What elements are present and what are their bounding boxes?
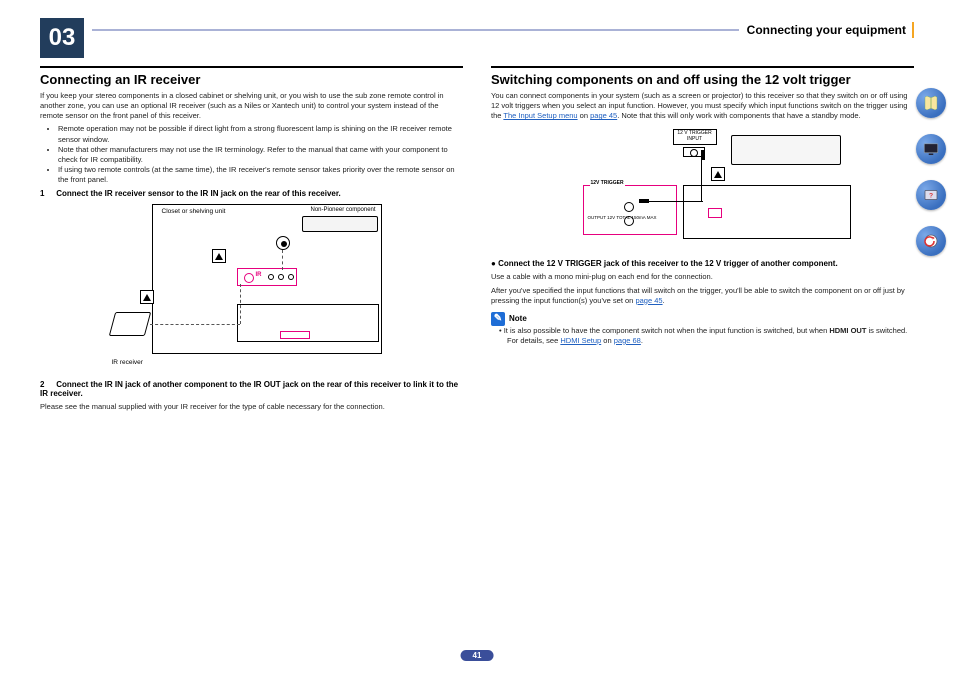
diagram-label-component: Non-Pioneer component	[310, 206, 377, 214]
svg-text:?: ?	[929, 192, 933, 199]
section-heading-ir: Connecting an IR receiver	[40, 72, 463, 87]
bullet-item: Note that other manufacturers may not us…	[58, 145, 463, 165]
section-heading-trigger: Switching components on and off using th…	[491, 72, 914, 87]
page-number: 41	[461, 650, 494, 661]
step-number: 2	[40, 380, 54, 389]
step-detail: After you've specified the input functio…	[491, 286, 914, 306]
header-separator	[912, 22, 914, 38]
book-icon[interactable]	[916, 88, 946, 118]
diagram-label-shelf: Closet or shelving unit	[162, 208, 226, 215]
note-text: It is also possible to have the componen…	[491, 326, 914, 346]
step-text: Connect the IR IN jack of another compon…	[40, 380, 458, 398]
note-icon: ✎	[491, 312, 505, 326]
diagram-label-trigger-input: 12 V TRIGGER INPUT	[673, 129, 717, 145]
note-label: Note	[509, 314, 527, 323]
screen-icon[interactable]	[916, 134, 946, 164]
link-page-68[interactable]: page 68	[614, 336, 641, 345]
header-rule	[92, 29, 739, 31]
arrow-icon	[711, 167, 725, 181]
chapter-number: 03	[40, 18, 84, 58]
section-rule	[491, 66, 914, 68]
step-1: 1 Connect the IR receiver sensor to the …	[40, 189, 463, 198]
help-icon[interactable]: ?	[916, 180, 946, 210]
intro-text: If you keep your stereo components in a …	[40, 91, 463, 121]
header-title: Connecting your equipment	[747, 23, 906, 37]
bullet-item: If using two remote controls (at the sam…	[58, 165, 463, 185]
step-number: 1	[40, 189, 54, 198]
diagram-ir-wiring: Closet or shelving unit Non-Pioneer comp…	[112, 204, 392, 374]
step-text: Connect the 12 V TRIGGER jack of this re…	[491, 259, 838, 268]
link-page-45[interactable]: page 45	[635, 296, 662, 305]
link-input-setup-menu[interactable]: The Input Setup menu	[503, 111, 577, 120]
diagram-label-ir-receiver: IR receiver	[112, 359, 143, 366]
intro-text: You can connect components in your syste…	[491, 91, 914, 121]
section-rule	[40, 66, 463, 68]
step-detail: Please see the manual supplied with your…	[40, 402, 463, 412]
arrow-icon	[140, 290, 154, 304]
link-hdmi-setup[interactable]: HDMI Setup	[560, 336, 601, 345]
diagram-trigger-jack: 12V TRIGGER OUTPUT 12V TOTAL 150mA MAX	[583, 185, 677, 235]
step-detail: Use a cable with a mono mini-plug on eac…	[491, 272, 914, 282]
arrow-icon	[212, 249, 226, 263]
step-text: Connect the IR receiver sensor to the IR…	[56, 189, 341, 198]
link-page-45[interactable]: page 45	[590, 111, 617, 120]
step-connect-trigger: Connect the 12 V TRIGGER jack of this re…	[491, 259, 914, 268]
bullet-item: Remote operation may not be possible if …	[58, 124, 463, 144]
bullet-list: Remote operation may not be possible if …	[40, 124, 463, 185]
step-2: 2 Connect the IR IN jack of another comp…	[40, 380, 463, 398]
back-icon[interactable]	[916, 226, 946, 256]
diagram-ir-jack: IR	[237, 268, 297, 286]
diagram-trigger-wiring: 12 V TRIGGER INPUT 12V TRIGGER OUTPUT 12…	[553, 129, 853, 249]
